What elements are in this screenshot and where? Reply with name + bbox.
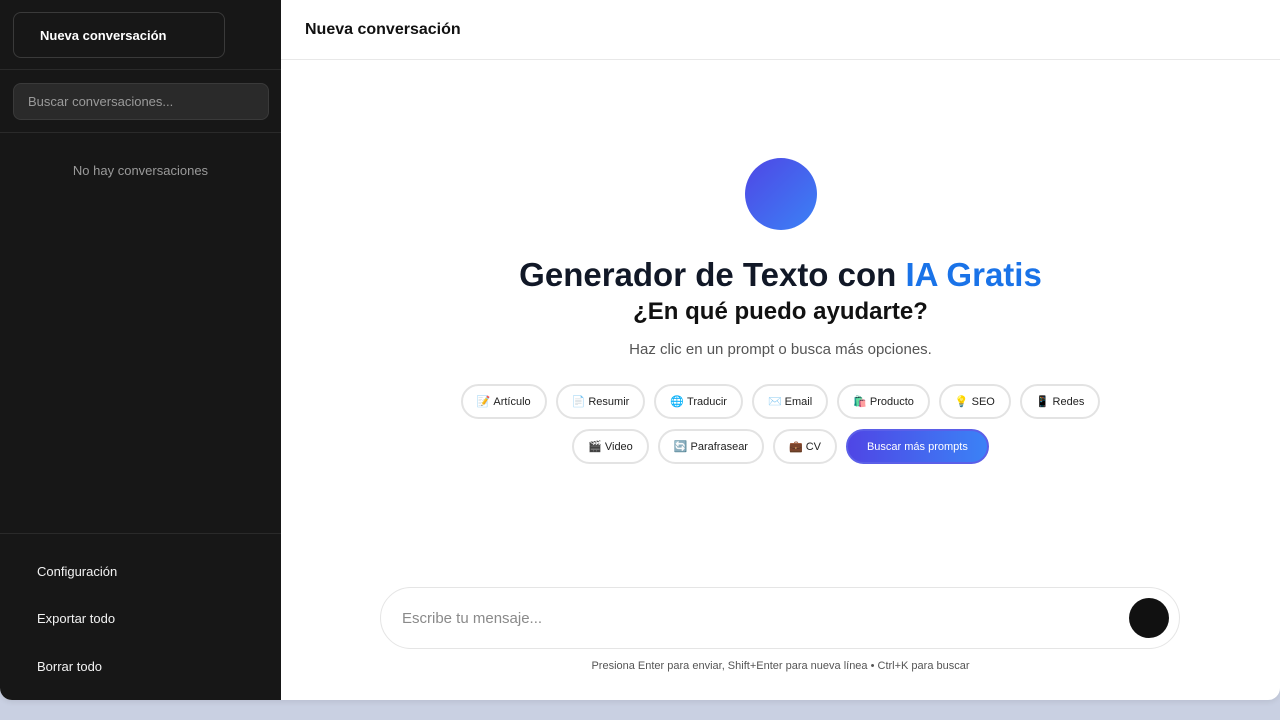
chip-video[interactable]: 🎬 Video [572, 429, 649, 464]
hero-title-main: Generador de Texto con [519, 256, 906, 293]
sidebar: Nueva conversación No hay conversaciones… [0, 0, 281, 700]
chip-cv[interactable]: 💼 CV [772, 429, 837, 464]
phone-icon: 📱 [1035, 396, 1050, 408]
send-button[interactable] [1129, 598, 1169, 638]
clapperboard-icon: 🎬 [588, 441, 602, 453]
chip-email[interactable]: ✉️ Email [751, 384, 829, 419]
chip-label: Traducir [687, 395, 727, 408]
chip-articulo[interactable]: 📝 Artículo [460, 384, 547, 419]
hero-title-accent: IA Gratis [905, 256, 1042, 293]
chip-label: Email [784, 395, 813, 408]
chip-label: CV [805, 440, 821, 453]
chip-traducir[interactable]: 🌐 Traducir [654, 384, 743, 419]
page-title: Nueva conversación [305, 20, 461, 38]
main-header: Nueva conversación [281, 0, 1280, 60]
chip-label: SEO [971, 395, 995, 408]
sidebar-search-area [0, 70, 281, 133]
hero-title: Generador de Texto con IA Gratis [281, 254, 1280, 296]
sidebar-top: Nueva conversación [0, 0, 281, 70]
lightbulb-icon: 💡 [954, 396, 969, 408]
search-conversations-input[interactable] [13, 83, 269, 120]
chip-label: Resumir [588, 395, 630, 408]
chip-label: Producto [869, 395, 914, 408]
article-icon: 📝 [476, 396, 491, 408]
chip-label: Parafrasear [690, 440, 748, 453]
settings-button[interactable]: Configuración [0, 548, 281, 596]
empty-conversations-message: No hay conversaciones [72, 163, 209, 178]
chip-redes[interactable]: 📱 Redes [1019, 384, 1101, 419]
message-composer [380, 587, 1180, 649]
hero-subtitle: ¿En qué puedo ayudarte? [633, 298, 928, 325]
chip-label: Artículo [493, 395, 531, 408]
shopping-bag-icon: 🛍️ [853, 396, 867, 408]
globe-icon: 🌐 [670, 396, 685, 408]
chip-resumir[interactable]: 📄 Resumir [555, 384, 646, 419]
refresh-icon: 🔄 [673, 441, 688, 453]
chip-label: Video [604, 440, 633, 453]
main-panel: Nueva conversación Generador de Texto co… [281, 0, 1280, 700]
document-icon: 📄 [571, 396, 586, 408]
more-prompts-button[interactable]: Buscar más prompts [845, 429, 989, 464]
hero-hint: Haz clic en un prompt o busca más opcion… [629, 341, 932, 358]
conversation-list: No hay conversaciones [0, 133, 281, 533]
app-window: Nueva conversación No hay conversaciones… [0, 0, 1280, 700]
chip-label: Redes [1052, 395, 1085, 408]
assistant-avatar [744, 158, 817, 230]
export-all-button[interactable]: Exportar todo [0, 596, 281, 644]
chip-producto[interactable]: 🛍️ Producto [837, 384, 930, 419]
keyboard-hint: Presiona Enter para enviar, Shift+Enter … [591, 660, 970, 672]
chip-seo[interactable]: 💡 SEO [938, 384, 1011, 419]
message-input[interactable] [402, 609, 1129, 627]
briefcase-icon: 💼 [788, 441, 803, 453]
sidebar-actions: Configuración Exportar todo Borrar todo [0, 533, 281, 700]
chip-parafrasear[interactable]: 🔄 Parafrasear [657, 429, 764, 464]
delete-all-button[interactable]: Borrar todo [0, 643, 281, 691]
new-conversation-button[interactable]: Nueva conversación [13, 12, 225, 58]
welcome-hero: Generador de Texto con IA Gratis ¿En qué… [281, 158, 1280, 464]
prompt-chips: 📝 Artículo 📄 Resumir 🌐 Traducir ✉️ Email 🛍️ P… [451, 384, 1111, 464]
envelope-icon: ✉️ [767, 396, 782, 408]
